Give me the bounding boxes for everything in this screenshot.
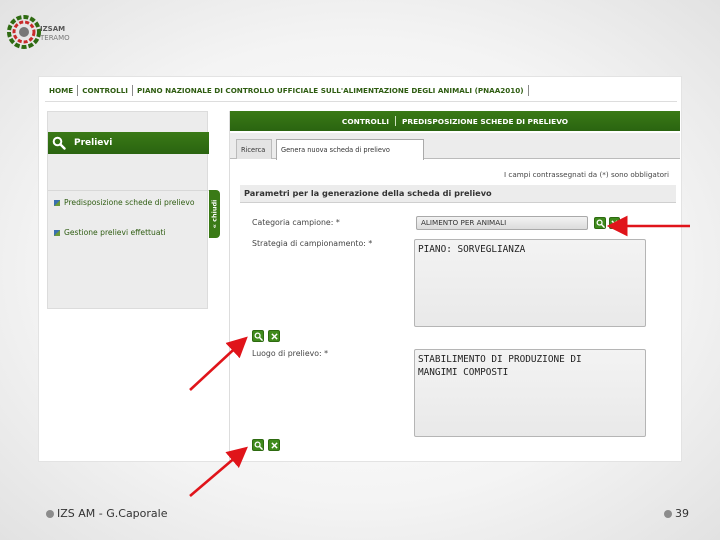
sidebar-item-label: Predisposizione schede di prelievo [64, 198, 195, 207]
header-separator [395, 116, 396, 126]
tab-genera-scheda[interactable]: Genera nuova scheda di prelievo [276, 139, 424, 160]
close-icon [611, 219, 618, 227]
slide-number: 39 [675, 507, 689, 520]
search-icon [596, 219, 605, 228]
strategia-field[interactable]: PIANO: SORVEGLIANZA [414, 239, 646, 327]
sidebar: Prelievi Predisposizione schede di preli… [47, 111, 209, 309]
section-header: Parametri per la generazione della sched… [240, 185, 676, 203]
categoria-search-button[interactable] [594, 217, 606, 229]
sidebar-item-label: Gestione prelievi effettuati [64, 228, 166, 237]
search-icon [254, 441, 263, 450]
breadcrumb-separator [527, 84, 529, 96]
luogo-clear-button[interactable] [268, 439, 280, 451]
bullet-icon [46, 509, 54, 518]
logo-subtitle: TERAMO [40, 34, 70, 42]
sidebar-divider [48, 190, 209, 191]
tab-ricerca[interactable]: Ricerca [236, 139, 272, 159]
luogo-search-button[interactable] [252, 439, 264, 451]
strategia-label: Strategia di campionamento: * [252, 239, 373, 248]
collapse-label: « chiudi [210, 199, 219, 229]
search-icon [254, 332, 263, 341]
bullet-icon [664, 509, 672, 518]
app-window: HOME CONTROLLI PIANO NAZIONALE DI CONTRO… [38, 76, 682, 463]
close-icon [270, 332, 278, 340]
bullet-icon [54, 200, 60, 206]
header-page: PREDISPOSIZIONE SCHEDE DI PRELIEVO [402, 116, 569, 126]
sidebar-title: Prelievi [74, 138, 113, 148]
categoria-clear-button[interactable] [609, 217, 620, 229]
section-title: Parametri per la generazione della sched… [244, 188, 492, 198]
main-header: CONTROLLI PREDISPOSIZIONE SCHEDE DI PREL… [230, 111, 680, 131]
sidebar-item-predisposizione[interactable]: Predisposizione schede di prelievo [54, 198, 204, 208]
breadcrumb-divider [45, 101, 677, 102]
collapse-sidebar-tab[interactable]: « chiudi [209, 190, 220, 238]
search-icon [48, 132, 70, 154]
categoria-label: Categoria campione: * [252, 218, 340, 227]
header-section: CONTROLLI [341, 116, 389, 126]
breadcrumb-home[interactable]: HOME [45, 86, 77, 95]
bullet-icon [54, 230, 60, 236]
tab-bar: Ricerca Genera nuova scheda di prelievo [230, 133, 680, 160]
breadcrumb: HOME CONTROLLI PIANO NAZIONALE DI CONTRO… [45, 83, 529, 97]
sidebar-header: Prelievi [48, 132, 209, 154]
main-panel: CONTROLLI PREDISPOSIZIONE SCHEDE DI PREL… [229, 111, 680, 463]
close-icon [270, 441, 278, 449]
footer-author: IZS AM - G.Caporale [57, 507, 168, 520]
strategia-search-button[interactable] [252, 330, 264, 342]
strategia-clear-button[interactable] [268, 330, 280, 342]
sidebar-item-gestione[interactable]: Gestione prelievi effettuati [54, 228, 204, 238]
footer-right: 39 [664, 507, 689, 520]
required-fields-note: I campi contrassegnati da (*) sono obbli… [504, 170, 669, 179]
breadcrumb-controlli[interactable]: CONTROLLI [78, 86, 132, 95]
logo-title: IZSAM [40, 25, 66, 33]
categoria-field[interactable]: ALIMENTO PER ANIMALI [416, 216, 588, 230]
luogo-field[interactable]: STABILIMENTO DI PRODUZIONE DI MANGIMI CO… [414, 349, 646, 437]
luogo-label: Luogo di prelievo: * [252, 349, 329, 358]
footer-left: IZS AM - G.Caporale [46, 507, 167, 520]
breadcrumb-piano[interactable]: PIANO NAZIONALE DI CONTROLLO UFFICIALE S… [133, 86, 528, 95]
